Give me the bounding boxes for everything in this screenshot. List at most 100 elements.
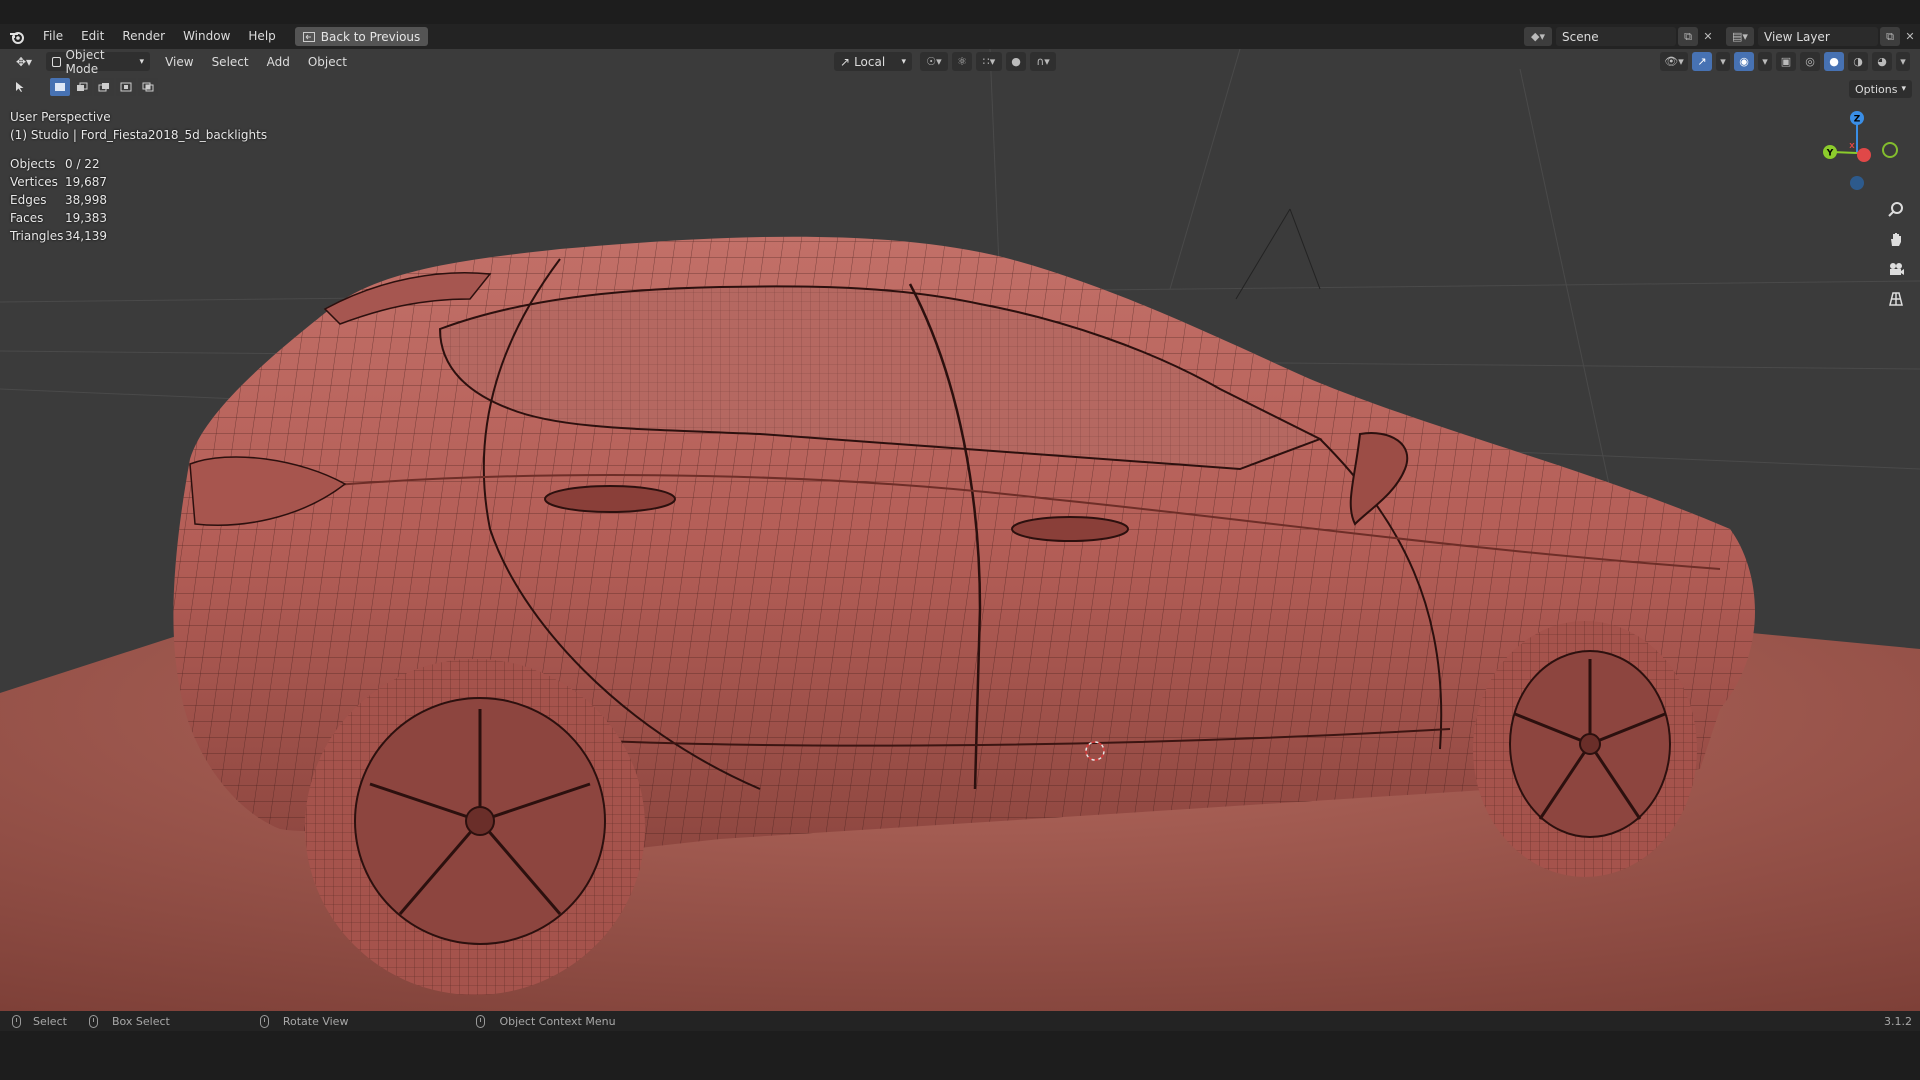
orthographic-grid-icon[interactable]: [1884, 286, 1908, 312]
editor-type-icon: ✥▾: [16, 54, 33, 69]
rear-wheel: [305, 659, 645, 995]
status-box-select-label: Box Select: [111, 1014, 170, 1028]
scene-statistics: Objects 0 / 22 Vertices 19,687 Edges 38,998…: [10, 155, 107, 245]
stat-row-edges: Edges 38,998: [10, 191, 107, 209]
select-subtract-icon[interactable]: [94, 78, 114, 96]
scene-name-field[interactable]: Scene: [1556, 27, 1676, 46]
right-mouse-icon: [476, 1014, 486, 1028]
drag-mouse-icon: [88, 1014, 98, 1028]
shading-dropdown-icon[interactable]: ▾: [1896, 52, 1910, 71]
menu-select[interactable]: Select: [203, 55, 258, 69]
stat-row-triangles: Triangles 34,139: [10, 227, 107, 245]
navigation-gizmo[interactable]: Z Y X: [1812, 108, 1902, 198]
overlay-toggle-icon[interactable]: ◉: [1734, 52, 1754, 71]
viewport-scene: [0, 49, 1920, 1011]
stat-row-objects: Objects 0 / 22: [10, 155, 107, 173]
select-extend-icon[interactable]: [72, 78, 92, 96]
orientation-icon: ↗: [840, 54, 851, 69]
proportional-edit-icon[interactable]: ●: [1006, 52, 1026, 71]
stat-label: Objects: [10, 157, 56, 171]
stat-value: 34,139: [65, 229, 107, 243]
stat-label: Vertices: [10, 175, 58, 189]
status-bar: Select Box Select Rotate View Object Con…: [0, 1011, 1920, 1031]
menu-view[interactable]: View: [156, 55, 202, 69]
3d-viewport[interactable]: [0, 49, 1920, 1011]
snap-toggle-icon[interactable]: ⚛: [952, 52, 972, 71]
menu-help[interactable]: Help: [239, 24, 284, 49]
stat-row-vertices: Vertices 19,687: [10, 173, 107, 191]
status-select: Select: [12, 1014, 67, 1028]
zoom-icon[interactable]: [1884, 196, 1908, 222]
status-context-menu-label: Object Context Menu: [499, 1014, 616, 1028]
menu-file[interactable]: File: [34, 24, 72, 49]
scene-close-icon[interactable]: ✕: [1698, 27, 1718, 46]
stat-label: Faces: [10, 211, 44, 225]
scene-new-icon[interactable]: ⧉: [1678, 27, 1698, 46]
camera-view-icon[interactable]: [1884, 256, 1908, 282]
options-label: Options: [1855, 82, 1898, 96]
stat-label: Edges: [10, 193, 47, 207]
stat-value: 19,687: [65, 175, 107, 189]
status-rotate-view: Rotate View: [259, 1014, 349, 1028]
stat-value: 0 / 22: [65, 157, 100, 171]
version-label: 3.1.2: [1884, 1014, 1912, 1028]
select-intersect-icon[interactable]: [138, 78, 158, 96]
snap-target-icon[interactable]: ∷▾: [976, 52, 1002, 71]
chevron-down-icon: ▾: [139, 56, 145, 67]
transform-orientation-dropdown[interactable]: ↗ Local ▾: [834, 52, 912, 71]
object-mode-icon: [52, 56, 62, 67]
view-layer-new-icon[interactable]: ⧉: [1880, 27, 1900, 46]
xray-toggle-icon[interactable]: ▣: [1776, 52, 1796, 71]
pivot-point-icon[interactable]: ☉▾: [920, 52, 948, 71]
viewport-header: ✥▾ Object Mode ▾ View Select Add Object …: [0, 48, 1920, 76]
view-layer-browse-icon[interactable]: ▤▾: [1726, 27, 1754, 46]
viewport-info: User Perspective (1) Studio | Ford_Fiest…: [10, 108, 267, 144]
status-box-select: Box Select: [88, 1014, 170, 1028]
left-mouse-icon: [12, 1014, 21, 1028]
front-wheel: [1473, 621, 1697, 877]
scene-browse-icon[interactable]: ◆▾: [1524, 27, 1552, 46]
material-shading-icon[interactable]: ◑: [1848, 52, 1868, 71]
scene-name: Scene: [1562, 29, 1599, 44]
perspective-label: User Perspective: [10, 110, 111, 124]
blender-logo-icon[interactable]: [0, 24, 34, 49]
back-icon: [302, 31, 315, 42]
chevron-down-icon: ▾: [901, 56, 906, 67]
status-select-label: Select: [33, 1014, 67, 1028]
chevron-down-icon: ▾: [1901, 84, 1906, 94]
menu-render[interactable]: Render: [113, 24, 174, 49]
gizmo-dropdown-icon[interactable]: ▾: [1716, 52, 1730, 71]
view-layer-name-field[interactable]: View Layer: [1758, 27, 1878, 46]
select-invert-icon[interactable]: [116, 78, 136, 96]
stat-label: Triangles: [10, 229, 64, 243]
status-rotate-view-label: Rotate View: [282, 1014, 349, 1028]
pan-hand-icon[interactable]: [1884, 226, 1908, 252]
select-tool-icon[interactable]: [10, 78, 30, 96]
menu-window[interactable]: Window: [174, 24, 239, 49]
stat-value: 19,383: [65, 211, 107, 225]
mode-label: Object Mode: [65, 47, 105, 76]
options-dropdown[interactable]: Options ▾: [1849, 80, 1912, 98]
overlay-dropdown-icon[interactable]: ▾: [1758, 52, 1772, 71]
menu-add[interactable]: Add: [258, 55, 299, 69]
wireframe-shading-icon[interactable]: ◎: [1800, 52, 1820, 71]
select-new-icon[interactable]: [50, 78, 70, 96]
stat-value: 38,998: [65, 193, 107, 207]
editor-type-button[interactable]: ✥▾: [10, 52, 38, 71]
view-layer-close-icon[interactable]: ✕: [1900, 27, 1920, 46]
stat-row-faces: Faces 19,383: [10, 209, 107, 227]
view-layer-name: View Layer: [1764, 29, 1830, 44]
back-to-previous-button[interactable]: Back to Previous: [294, 27, 429, 46]
menu-edit[interactable]: Edit: [72, 24, 113, 49]
solid-shading-icon[interactable]: ●: [1824, 52, 1844, 71]
gizmo-toggle-icon[interactable]: ↗: [1692, 52, 1712, 71]
rendered-shading-icon[interactable]: ◕: [1872, 52, 1892, 71]
gizmo-y-label: Y: [1826, 149, 1834, 159]
menu-object[interactable]: Object: [299, 55, 356, 69]
status-context-menu: Object Context Menu: [476, 1014, 616, 1028]
falloff-icon[interactable]: ∩▾: [1030, 52, 1056, 71]
visibility-icon[interactable]: 👁▾: [1660, 52, 1688, 71]
mode-dropdown[interactable]: Object Mode ▾: [46, 48, 151, 76]
gizmo-x-label: X: [1849, 142, 1855, 150]
top-bar: File Edit Render Window Help Back to Pre…: [0, 24, 1920, 49]
